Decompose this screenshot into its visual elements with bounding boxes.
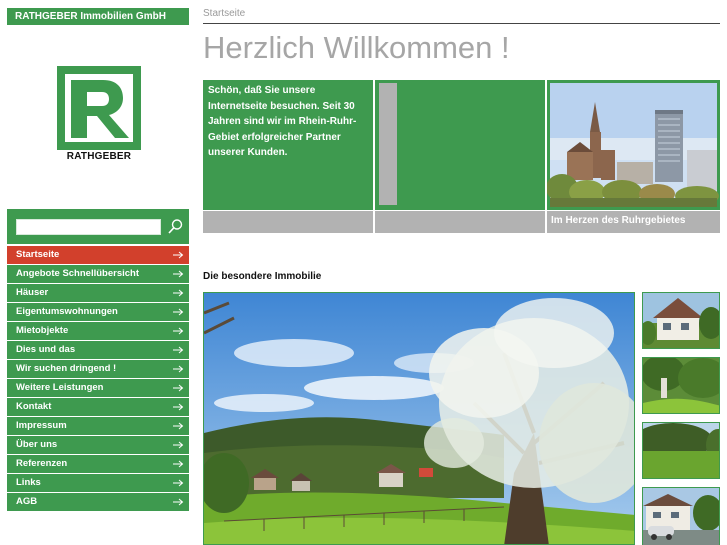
logo-r-icon (57, 66, 141, 150)
intro-text: Schön, daß Sie unsere Internetseite besu… (203, 80, 373, 210)
page-title: Herzlich Willkommen ! (203, 30, 510, 65)
arrow-right-icon (173, 289, 184, 297)
main-navigation: Startseite Angebote Schnellübersicht Häu… (7, 246, 189, 512)
featured-property-photo[interactable] (203, 292, 635, 545)
arrow-right-icon (173, 327, 184, 335)
arrow-right-icon (173, 365, 184, 373)
caption-bar-middle (375, 211, 545, 233)
arrow-right-icon (173, 441, 184, 449)
arrow-right-icon (173, 270, 184, 278)
nav-item-weitere-leistungen[interactable]: Weitere Leistungen (7, 379, 189, 397)
photo-caption: Im Herzen des Ruhrgebietes (547, 211, 720, 233)
nav-item-label: Häuser (16, 287, 49, 298)
breadcrumb[interactable]: Startseite (203, 8, 720, 24)
company-name-bar: RATHGEBER Immobilien GmbH (7, 8, 189, 25)
nav-item-label: Mietobjekte (16, 325, 69, 336)
arrow-right-icon (173, 460, 184, 468)
nav-item-agb[interactable]: AGB (7, 493, 189, 511)
nav-item-dies-und-das[interactable]: Dies und das (7, 341, 189, 359)
featured-heading: Die besondere Immobilie (203, 271, 322, 282)
image-placeholder (379, 83, 397, 205)
nav-item-label: Eigentumswohnungen (16, 306, 118, 317)
nav-item-startseite[interactable]: Startseite (7, 246, 189, 264)
intro-middle-panel (375, 80, 545, 210)
nav-item-label: Kontakt (16, 401, 52, 412)
nav-item-label: Weitere Leistungen (16, 382, 104, 393)
nav-item-impressum[interactable]: Impressum (7, 417, 189, 435)
arrow-right-icon (173, 403, 184, 411)
nav-item-label: AGB (16, 496, 38, 507)
nav-item-label: Startseite (16, 249, 60, 260)
nav-item-label: Impressum (16, 420, 67, 431)
arrow-right-icon (173, 384, 184, 392)
property-thumbnail-2[interactable] (642, 357, 720, 414)
caption-bar-left (203, 211, 373, 233)
nav-item-kontakt[interactable]: Kontakt (7, 398, 189, 416)
city-photo (547, 80, 720, 210)
nav-item-label: Dies und das (16, 344, 76, 355)
property-thumbnail-3[interactable] (642, 422, 720, 479)
nav-item-label: Referenzen (16, 458, 68, 469)
nav-item-label: Links (16, 477, 41, 488)
nav-item-mietobjekte[interactable]: Mietobjekte (7, 322, 189, 340)
nav-item-haeuser[interactable]: Häuser (7, 284, 189, 302)
logo-wordmark: RATHGEBER (66, 151, 132, 162)
nav-item-ueber-uns[interactable]: Über uns (7, 436, 189, 454)
search-panel (7, 209, 189, 244)
nav-item-label: Angebote Schnellübersicht (16, 268, 139, 279)
company-logo[interactable]: RATHGEBER (57, 66, 141, 164)
nav-item-links[interactable]: Links (7, 474, 189, 492)
arrow-right-icon (173, 308, 184, 316)
nav-item-referenzen[interactable]: Referenzen (7, 455, 189, 473)
arrow-right-icon (173, 479, 184, 487)
search-icon[interactable] (167, 218, 183, 236)
property-thumbnail-1[interactable] (642, 292, 720, 349)
arrow-right-icon (173, 422, 184, 430)
search-input[interactable] (16, 219, 161, 235)
property-thumbnail-4[interactable] (642, 487, 720, 545)
nav-item-angebote[interactable]: Angebote Schnellübersicht (7, 265, 189, 283)
intro-section: Schön, daß Sie unsere Internetseite besu… (203, 80, 720, 233)
nav-item-label: Wir suchen dringend ! (16, 363, 117, 374)
arrow-right-icon (173, 498, 184, 506)
nav-item-eigentumswohnungen[interactable]: Eigentumswohnungen (7, 303, 189, 321)
arrow-right-icon (173, 251, 184, 259)
arrow-right-icon (173, 346, 184, 354)
nav-item-label: Über uns (16, 439, 58, 450)
nav-item-wir-suchen[interactable]: Wir suchen dringend ! (7, 360, 189, 378)
